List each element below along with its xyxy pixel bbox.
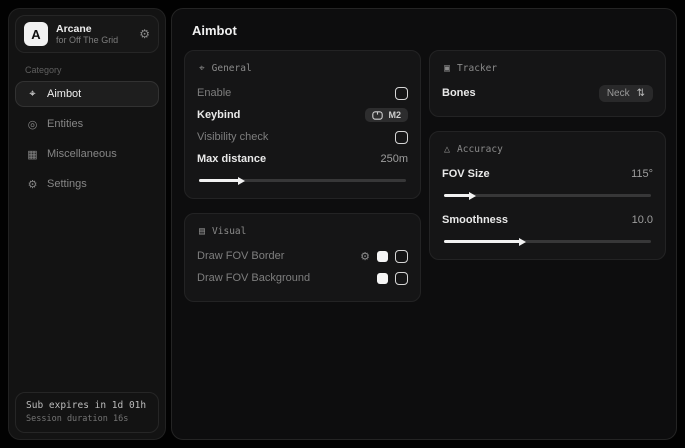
sub-expiry-text: Sub expires in 1d 01h bbox=[26, 400, 148, 411]
app-header: A Arcane for Off The Grid ⚙ bbox=[15, 15, 159, 53]
sidebar-item-label: Entities bbox=[47, 118, 83, 130]
right-column: ▣ Tracker Bones Neck ⇅ △ Accuracy bbox=[429, 50, 666, 302]
mouse-icon bbox=[372, 111, 383, 120]
app-title: Arcane bbox=[56, 23, 131, 35]
bones-row: Bones Neck ⇅ bbox=[442, 82, 653, 104]
category-label: Category bbox=[25, 65, 159, 75]
enable-row: Enable bbox=[197, 82, 408, 104]
accuracy-card-title: Accuracy bbox=[457, 144, 503, 155]
app-logo: A bbox=[24, 22, 48, 46]
slider-thumb[interactable] bbox=[238, 177, 245, 185]
visibility-check-row: Visibility check bbox=[197, 126, 408, 148]
max-distance-value: 250m bbox=[380, 153, 408, 165]
accuracy-card: △ Accuracy FOV Size 115° Smoothness bbox=[429, 131, 666, 260]
tracker-card-header: ▣ Tracker bbox=[444, 63, 653, 74]
bones-selected-value: Neck bbox=[607, 88, 630, 99]
sidebar-item-entities[interactable]: ◎ Entities bbox=[15, 111, 159, 137]
image-icon: ▤ bbox=[199, 226, 205, 237]
sidebar: A Arcane for Off The Grid ⚙ Category ⌖ A… bbox=[8, 8, 166, 440]
tracker-card-title: Tracker bbox=[457, 63, 497, 74]
draw-fov-border-checkbox[interactable] bbox=[395, 250, 408, 263]
draw-fov-border-controls: ⚙ bbox=[360, 250, 408, 263]
accuracy-card-header: △ Accuracy bbox=[444, 144, 653, 155]
general-card-header: ⌖ General bbox=[199, 63, 408, 74]
session-duration-text: Session duration 16s bbox=[26, 414, 148, 424]
window: A Arcane for Off The Grid ⚙ Category ⌖ A… bbox=[0, 0, 685, 448]
fov-border-color-swatch[interactable] bbox=[377, 251, 388, 262]
visual-card: ▤ Visual Draw FOV Border ⚙ Draw FOV Back… bbox=[184, 213, 421, 302]
grid-icon: ▦ bbox=[26, 148, 39, 161]
smoothness-label: Smoothness bbox=[442, 214, 508, 226]
draw-fov-background-label: Draw FOV Background bbox=[197, 272, 310, 284]
gear-icon[interactable]: ⚙ bbox=[360, 250, 370, 263]
bones-label: Bones bbox=[442, 87, 476, 99]
max-distance-label: Max distance bbox=[197, 153, 266, 165]
max-distance-row: Max distance 250m bbox=[197, 148, 408, 170]
box-icon: ▣ bbox=[444, 63, 450, 74]
main-panel: Aimbot ⌖ General Enable Keybind bbox=[171, 8, 677, 440]
left-column: ⌖ General Enable Keybind bbox=[184, 50, 421, 302]
crosshair-icon: ⌖ bbox=[26, 88, 39, 101]
keybind-row: Keybind M2 bbox=[197, 104, 408, 126]
app-subtitle: for Off The Grid bbox=[56, 35, 131, 45]
sidebar-item-settings[interactable]: ⚙ Settings bbox=[15, 171, 159, 197]
sidebar-item-miscellaneous[interactable]: ▦ Miscellaneous bbox=[15, 141, 159, 167]
slider-thumb[interactable] bbox=[469, 192, 476, 200]
enable-label: Enable bbox=[197, 87, 231, 99]
sidebar-item-label: Aimbot bbox=[47, 88, 81, 100]
gear-icon: ⚙ bbox=[26, 178, 39, 191]
fov-background-color-swatch[interactable] bbox=[377, 273, 388, 284]
keybind-label: Keybind bbox=[197, 109, 240, 121]
visual-card-title: Visual bbox=[212, 226, 246, 237]
draw-fov-background-checkbox[interactable] bbox=[395, 272, 408, 285]
smoothness-value: 10.0 bbox=[632, 214, 653, 226]
visual-card-header: ▤ Visual bbox=[199, 226, 408, 237]
chevron-up-down-icon: ⇅ bbox=[637, 88, 645, 99]
bones-dropdown[interactable]: Neck ⇅ bbox=[599, 85, 653, 102]
draw-fov-border-row: Draw FOV Border ⚙ bbox=[197, 245, 408, 267]
keybind-value: M2 bbox=[388, 110, 401, 120]
sidebar-item-aimbot[interactable]: ⌖ Aimbot bbox=[15, 81, 159, 107]
app-text: Arcane for Off The Grid bbox=[56, 23, 131, 45]
sidebar-spacer bbox=[15, 197, 159, 392]
page-title: Aimbot bbox=[192, 23, 666, 38]
visibility-check-label: Visibility check bbox=[197, 131, 268, 143]
sidebar-nav: ⌖ Aimbot ◎ Entities ▦ Miscellaneous ⚙ Se… bbox=[15, 81, 159, 197]
general-card-title: General bbox=[212, 63, 252, 74]
gear-icon[interactable]: ⚙ bbox=[139, 27, 150, 41]
enable-checkbox[interactable] bbox=[395, 87, 408, 100]
sidebar-item-label: Settings bbox=[47, 178, 87, 190]
entities-icon: ◎ bbox=[26, 118, 39, 131]
smoothness-slider[interactable] bbox=[444, 240, 651, 243]
slider-thumb[interactable] bbox=[519, 238, 526, 246]
tracker-card: ▣ Tracker Bones Neck ⇅ bbox=[429, 50, 666, 117]
draw-fov-border-label: Draw FOV Border bbox=[197, 250, 284, 262]
keybind-badge[interactable]: M2 bbox=[365, 108, 408, 122]
max-distance-slider[interactable] bbox=[199, 179, 406, 182]
fov-size-slider[interactable] bbox=[444, 194, 651, 197]
draw-fov-background-row: Draw FOV Background bbox=[197, 267, 408, 289]
fov-size-value: 115° bbox=[631, 168, 653, 180]
crosshair-icon: ⌖ bbox=[199, 63, 205, 74]
visibility-check-checkbox[interactable] bbox=[395, 131, 408, 144]
sidebar-item-label: Miscellaneous bbox=[47, 148, 117, 160]
draw-fov-background-controls bbox=[377, 272, 408, 285]
card-columns: ⌖ General Enable Keybind bbox=[184, 50, 666, 302]
general-card: ⌖ General Enable Keybind bbox=[184, 50, 421, 199]
triangle-icon: △ bbox=[444, 144, 450, 155]
smoothness-row: Smoothness 10.0 bbox=[442, 209, 653, 231]
subscription-card: Sub expires in 1d 01h Session duration 1… bbox=[15, 392, 159, 433]
fov-size-label: FOV Size bbox=[442, 168, 490, 180]
fov-size-row: FOV Size 115° bbox=[442, 163, 653, 185]
